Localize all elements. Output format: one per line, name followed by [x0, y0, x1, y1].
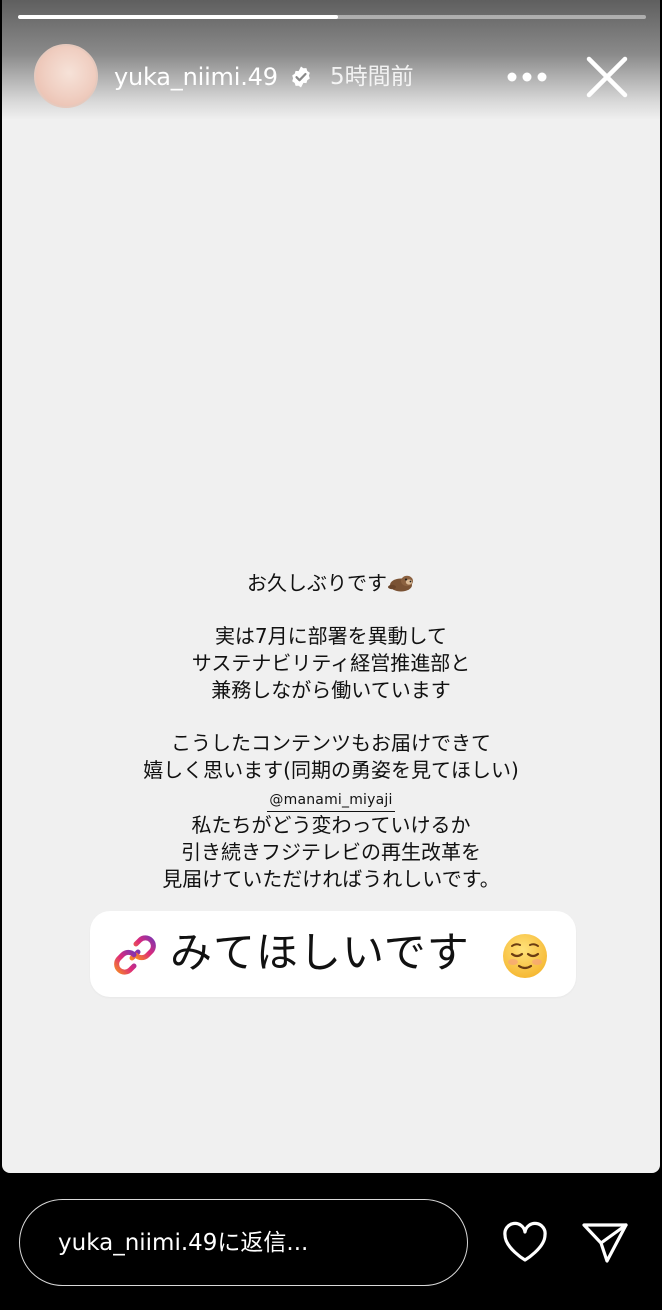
story-line-text: お久しぶりです: [247, 571, 387, 595]
username[interactable]: yuka_niimi.49: [114, 62, 278, 92]
avatar[interactable]: [34, 44, 98, 108]
story-viewer: yuka_niimi.49 5時間前 お久しぶりです 実は7月に部署を異動して …: [0, 0, 662, 1310]
mention-tag[interactable]: @manami_miyaji: [267, 789, 395, 812]
link-icon: [114, 935, 156, 975]
send-icon[interactable]: [580, 1218, 630, 1266]
story-line: 嬉しく思います(同期の勇姿を見てほしい): [143, 758, 519, 782]
otter-emoji-icon: [388, 575, 413, 592]
story-line: 実は7月に部署を異動して: [214, 624, 448, 648]
link-sticker[interactable]: みてほしいです: [90, 911, 576, 997]
story-line: 引き続きフジテレビの再生改革を: [181, 840, 481, 864]
link-sticker-label: みてほしいです: [170, 928, 470, 977]
story-line: 兼務しながら働いています: [211, 678, 451, 702]
story-line: サステナビリティ経営推進部と: [191, 651, 471, 675]
story-text: お久しぶりです 実は7月に部署を異動して サステナビリティ経営推進部と 兼務しな…: [42, 570, 620, 893]
heart-icon[interactable]: [500, 1218, 550, 1266]
post-time: 5時間前: [330, 64, 414, 90]
story-progress-fill: [18, 15, 339, 19]
story-line: 見届けていただければうれしいです。: [162, 867, 500, 891]
story-canvas[interactable]: yuka_niimi.49 5時間前 お久しぶりです 実は7月に部署を異動して …: [2, 0, 660, 1173]
mention-line: @manami_miyaji: [42, 784, 620, 812]
verified-badge-icon: [292, 66, 310, 88]
reply-input[interactable]: yuka_niimi.49に返信...: [19, 1199, 468, 1286]
story-line: お久しぶりです: [42, 570, 620, 597]
story-progress-bar: [18, 15, 646, 19]
story-line: 私たちがどう変わっていけるか: [191, 813, 471, 837]
story-line: こうしたコンテンツもお届けできて: [171, 731, 491, 755]
relieved-face-emoji-icon: [503, 934, 547, 978]
more-horizontal-icon[interactable]: [502, 60, 552, 94]
reply-placeholder: yuka_niimi.49に返信...: [58, 1230, 309, 1256]
close-icon[interactable]: [582, 52, 632, 102]
